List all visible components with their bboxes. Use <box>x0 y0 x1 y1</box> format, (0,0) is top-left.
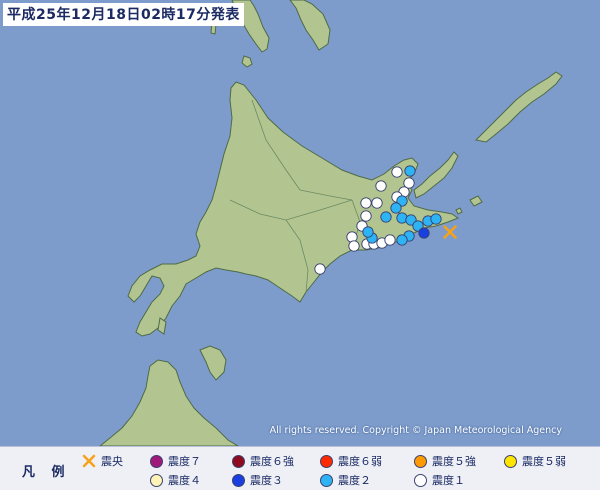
intensity-1-point <box>348 240 360 252</box>
epicenter-icon <box>82 454 96 468</box>
legend-item-int2: 震度２ <box>320 472 371 488</box>
legend-item-int7: 震度７ <box>150 453 201 469</box>
legend-label: 震度３ <box>250 474 283 487</box>
legend-item-int4: 震度４ <box>150 472 201 488</box>
intensity-3-point <box>418 227 430 239</box>
page-title: 平成25年12月18日02時17分発表 <box>3 3 244 26</box>
legend-label: 震度２ <box>338 474 371 487</box>
legend-item-int6p: 震度６強 <box>232 453 294 469</box>
legend-label: 震度４ <box>168 474 201 487</box>
copyright-credit: All rights reserved. Copyright © Japan M… <box>269 425 562 436</box>
intensity-4-swatch <box>150 473 163 487</box>
intensity-1-point <box>384 234 396 246</box>
intensity-2-point <box>390 202 402 214</box>
legend-label: 震度７ <box>168 455 201 468</box>
legend-item-epicenter: 震央 <box>82 453 123 469</box>
intensity-5-plus-swatch <box>414 454 427 468</box>
map <box>0 0 600 446</box>
intensity-1-point <box>314 263 326 275</box>
intensity-2-point <box>404 165 416 177</box>
legend-label: 震度６弱 <box>338 455 382 468</box>
legend-label: 震度５弱 <box>522 455 566 468</box>
intensity-2-point <box>430 213 442 225</box>
intensity-1-point <box>360 210 372 222</box>
intensity-7-swatch <box>150 454 163 468</box>
intensity-2-swatch <box>320 473 333 487</box>
legend-label: 震度６強 <box>250 455 294 468</box>
legend-label: 震度１ <box>432 474 465 487</box>
legend-label: 震央 <box>101 455 123 468</box>
intensity-1-point <box>360 197 372 209</box>
intensity-3-swatch <box>232 473 245 487</box>
intensity-1-swatch <box>414 473 427 487</box>
legend-item-int6m: 震度６弱 <box>320 453 382 469</box>
intensity-2-point <box>362 226 374 238</box>
intensity-2-point <box>396 234 408 246</box>
intensity-1-point <box>391 166 403 178</box>
legend-label: 震度５強 <box>432 455 476 468</box>
intensity-1-point <box>371 197 383 209</box>
intensity-5-minus-swatch <box>504 454 517 468</box>
legend-item-int5p: 震度５強 <box>414 453 476 469</box>
intensity-6-minus-swatch <box>320 454 333 468</box>
intensity-6-plus-swatch <box>232 454 245 468</box>
legend: 凡 例 震央 震度７ 震度６強 震度６弱 震度５強 震度５弱 震度４ 震度３ 震… <box>0 446 600 490</box>
legend-item-int1: 震度１ <box>414 472 465 488</box>
intensity-1-point <box>375 180 387 192</box>
legend-item-int3: 震度３ <box>232 472 283 488</box>
intensity-2-point <box>380 211 392 223</box>
legend-item-int5m: 震度５弱 <box>504 453 566 469</box>
legend-title: 凡 例 <box>22 465 71 480</box>
